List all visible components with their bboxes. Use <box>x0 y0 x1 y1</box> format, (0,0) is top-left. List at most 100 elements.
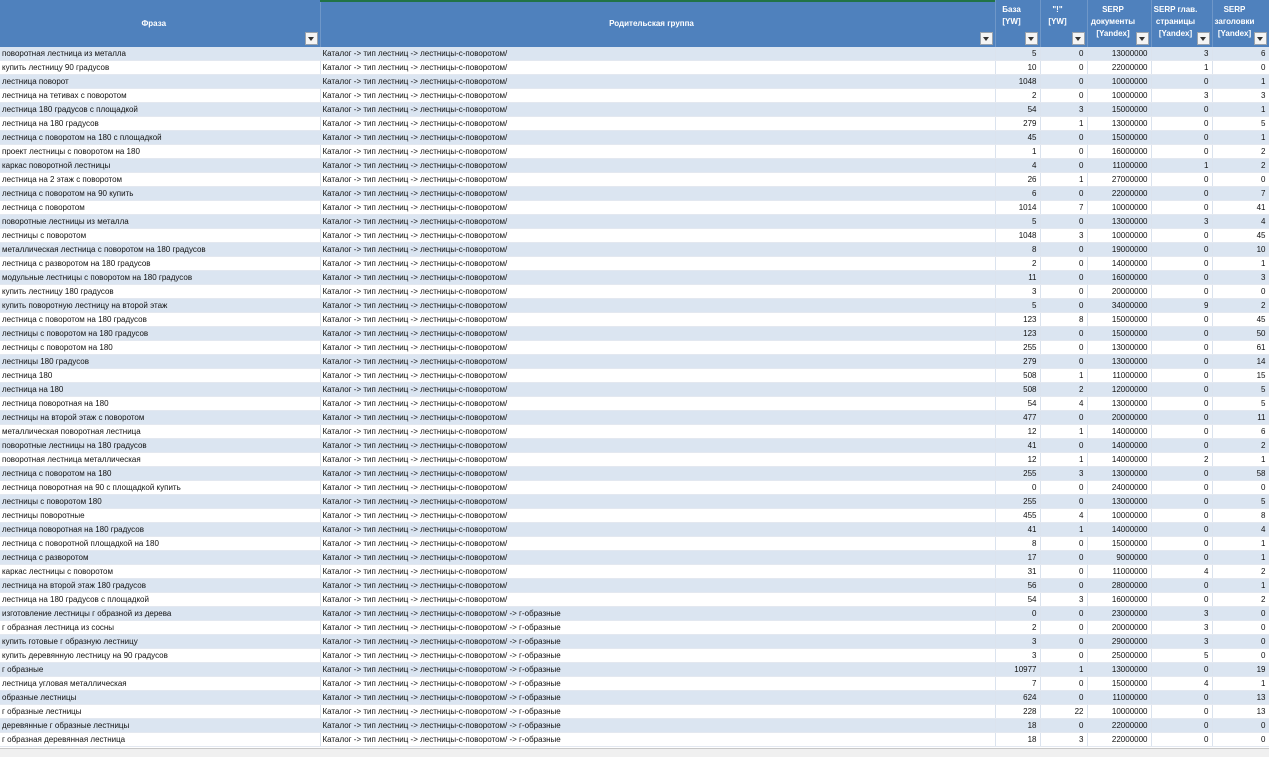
serp-main-cell[interactable]: 1 <box>1151 158 1213 173</box>
exact-cell[interactable]: 0 <box>1040 88 1088 103</box>
base-cell[interactable]: 17 <box>995 550 1041 565</box>
serp-titles-cell[interactable]: 0 <box>1212 172 1269 187</box>
group-cell[interactable]: Каталог -> тип лестниц -> лестницы-с-пов… <box>320 634 996 649</box>
serp-docs-cell[interactable]: 15000000 <box>1087 676 1152 691</box>
base-cell[interactable]: 12 <box>995 424 1041 439</box>
filter-dropdown-icon[interactable] <box>979 32 993 45</box>
base-cell[interactable]: 54 <box>995 102 1041 117</box>
serp-main-cell[interactable]: 0 <box>1151 172 1213 187</box>
phrase-cell[interactable]: проект лестницы с поворотом на 180 <box>0 144 321 159</box>
phrase-cell[interactable]: поворотная лестница из металла <box>0 47 321 61</box>
group-cell[interactable]: Каталог -> тип лестниц -> лестницы-с-пов… <box>320 438 996 453</box>
phrase-cell[interactable]: лестницы поворотные <box>0 508 321 523</box>
serp-main-cell[interactable]: 3 <box>1151 634 1213 649</box>
serp-docs-cell[interactable]: 15000000 <box>1087 536 1152 551</box>
phrase-cell[interactable]: металлическая поворотная лестница <box>0 424 321 439</box>
serp-main-cell[interactable]: 3 <box>1151 88 1213 103</box>
serp-docs-cell[interactable]: 11000000 <box>1087 158 1152 173</box>
exact-cell[interactable]: 0 <box>1040 578 1088 593</box>
serp-main-cell[interactable]: 0 <box>1151 396 1213 411</box>
base-cell[interactable]: 7 <box>995 676 1041 691</box>
phrase-cell[interactable]: каркас лестницы с поворотом <box>0 564 321 579</box>
group-cell[interactable]: Каталог -> тип лестниц -> лестницы-с-пов… <box>320 452 996 467</box>
exact-cell[interactable]: 0 <box>1040 144 1088 159</box>
base-cell[interactable]: 455 <box>995 508 1041 523</box>
serp-titles-cell[interactable]: 1 <box>1212 550 1269 565</box>
exact-cell[interactable]: 1 <box>1040 172 1088 187</box>
serp-main-cell[interactable]: 0 <box>1151 200 1213 215</box>
exact-cell[interactable]: 0 <box>1040 326 1088 341</box>
serp-docs-cell[interactable]: 14000000 <box>1087 424 1152 439</box>
serp-titles-cell[interactable]: 2 <box>1212 298 1269 313</box>
base-cell[interactable]: 255 <box>995 340 1041 355</box>
serp-titles-cell[interactable]: 2 <box>1212 592 1269 607</box>
serp-titles-cell[interactable]: 1 <box>1212 452 1269 467</box>
phrase-cell[interactable]: лестница с поворотом на 180 градусов <box>0 312 321 327</box>
serp-main-cell[interactable]: 0 <box>1151 466 1213 481</box>
exact-cell[interactable]: 3 <box>1040 592 1088 607</box>
serp-docs-cell[interactable]: 20000000 <box>1087 284 1152 299</box>
base-cell[interactable]: 2 <box>995 620 1041 635</box>
group-cell[interactable]: Каталог -> тип лестниц -> лестницы-с-пов… <box>320 690 996 705</box>
exact-cell[interactable]: 0 <box>1040 242 1088 257</box>
base-cell[interactable]: 8 <box>995 242 1041 257</box>
serp-main-cell[interactable]: 3 <box>1151 214 1213 229</box>
base-cell[interactable]: 2 <box>995 256 1041 271</box>
serp-docs-cell[interactable]: 13000000 <box>1087 466 1152 481</box>
phrase-cell[interactable]: лестница на 180 градусов с площадкой <box>0 592 321 607</box>
base-cell[interactable]: 41 <box>995 522 1041 537</box>
phrase-cell[interactable]: купить лестницу 90 градусов <box>0 60 321 75</box>
exact-cell[interactable]: 3 <box>1040 732 1088 747</box>
group-cell[interactable]: Каталог -> тип лестниц -> лестницы-с-пов… <box>320 676 996 691</box>
serp-docs-cell[interactable]: 24000000 <box>1087 480 1152 495</box>
serp-titles-cell[interactable]: 4 <box>1212 522 1269 537</box>
base-cell[interactable]: 1 <box>995 144 1041 159</box>
group-cell[interactable]: Каталог -> тип лестниц -> лестницы-с-пов… <box>320 494 996 509</box>
exact-cell[interactable]: 7 <box>1040 200 1088 215</box>
group-cell[interactable]: Каталог -> тип лестниц -> лестницы-с-пов… <box>320 47 996 61</box>
group-cell[interactable]: Каталог -> тип лестниц -> лестницы-с-пов… <box>320 74 996 89</box>
serp-docs-cell[interactable]: 20000000 <box>1087 410 1152 425</box>
phrase-cell[interactable]: лестницы с поворотом 180 <box>0 494 321 509</box>
exact-cell[interactable]: 4 <box>1040 396 1088 411</box>
base-cell[interactable]: 1048 <box>995 74 1041 89</box>
group-cell[interactable]: Каталог -> тип лестниц -> лестницы-с-пов… <box>320 130 996 145</box>
exact-cell[interactable]: 3 <box>1040 228 1088 243</box>
column-header-5[interactable]: SERP глав. страницы [Yandex] <box>1151 0 1213 47</box>
group-cell[interactable]: Каталог -> тип лестниц -> лестницы-с-пов… <box>320 284 996 299</box>
group-cell[interactable]: Каталог -> тип лестниц -> лестницы-с-пов… <box>320 564 996 579</box>
exact-cell[interactable]: 0 <box>1040 60 1088 75</box>
phrase-cell[interactable]: г образные <box>0 662 321 677</box>
serp-docs-cell[interactable]: 15000000 <box>1087 102 1152 117</box>
serp-docs-cell[interactable]: 14000000 <box>1087 452 1152 467</box>
exact-cell[interactable]: 2 <box>1040 382 1088 397</box>
serp-docs-cell[interactable]: 22000000 <box>1087 186 1152 201</box>
base-cell[interactable]: 18 <box>995 718 1041 733</box>
exact-cell[interactable]: 0 <box>1040 606 1088 621</box>
group-cell[interactable]: Каталог -> тип лестниц -> лестницы-с-пов… <box>320 578 996 593</box>
group-cell[interactable]: Каталог -> тип лестниц -> лестницы-с-пов… <box>320 200 996 215</box>
serp-docs-cell[interactable]: 15000000 <box>1087 312 1152 327</box>
phrase-cell[interactable]: лестницы на второй этаж с поворотом <box>0 410 321 425</box>
group-cell[interactable]: Каталог -> тип лестниц -> лестницы-с-пов… <box>320 340 996 355</box>
exact-cell[interactable]: 0 <box>1040 256 1088 271</box>
serp-main-cell[interactable]: 3 <box>1151 620 1213 635</box>
serp-docs-cell[interactable]: 11000000 <box>1087 690 1152 705</box>
serp-titles-cell[interactable]: 1 <box>1212 676 1269 691</box>
base-cell[interactable]: 3 <box>995 634 1041 649</box>
base-cell[interactable]: 508 <box>995 368 1041 383</box>
group-cell[interactable]: Каталог -> тип лестниц -> лестницы-с-пов… <box>320 270 996 285</box>
group-cell[interactable]: Каталог -> тип лестниц -> лестницы-с-пов… <box>320 368 996 383</box>
serp-main-cell[interactable]: 0 <box>1151 508 1213 523</box>
serp-main-cell[interactable]: 0 <box>1151 424 1213 439</box>
exact-cell[interactable]: 4 <box>1040 508 1088 523</box>
exact-cell[interactable]: 0 <box>1040 438 1088 453</box>
base-cell[interactable]: 5 <box>995 214 1041 229</box>
phrase-cell[interactable]: лестница с поворотом <box>0 200 321 215</box>
serp-docs-cell[interactable]: 10000000 <box>1087 200 1152 215</box>
serp-titles-cell[interactable]: 2 <box>1212 158 1269 173</box>
base-cell[interactable]: 54 <box>995 396 1041 411</box>
serp-docs-cell[interactable]: 13000000 <box>1087 662 1152 677</box>
serp-docs-cell[interactable]: 11000000 <box>1087 368 1152 383</box>
phrase-cell[interactable]: лестница поворотная на 90 с площадкой ку… <box>0 480 321 495</box>
